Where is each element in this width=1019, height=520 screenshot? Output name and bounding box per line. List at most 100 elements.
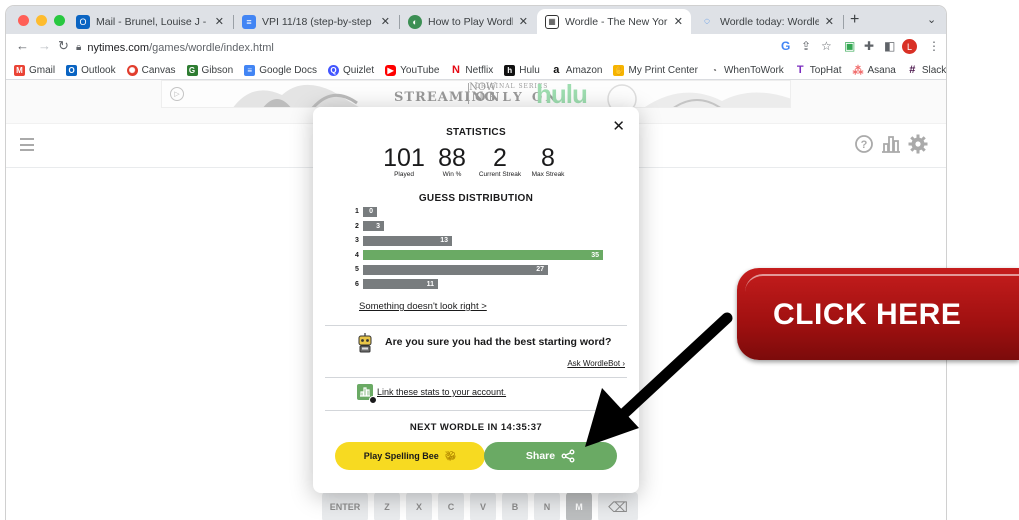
guess-number: 6	[355, 280, 359, 288]
tab-title: How to Play Wordle: A Beginne	[428, 15, 513, 28]
distribution-bar: 11	[363, 279, 438, 289]
guess-number: 5	[355, 266, 359, 273]
bookmark-google-docs[interactable]: ≡ Google Docs	[244, 64, 317, 76]
bookmark-slack[interactable]: # Slack	[906, 64, 946, 76]
youtube-icon: ▶	[385, 64, 397, 76]
bookmark-youtube[interactable]: ▶ YouTube	[385, 64, 439, 76]
wikihow-icon: ◐	[408, 14, 422, 29]
print-center-icon: ✋	[613, 64, 625, 76]
link-stats-row[interactable]: Link these stats to your account.	[357, 384, 506, 404]
extensions-puzzle-icon[interactable]: ✚	[864, 39, 874, 53]
divider	[325, 410, 627, 411]
back-icon[interactable]: ←	[16, 38, 29, 53]
wordlebot-robot-icon	[358, 333, 372, 353]
close-tab-icon[interactable]: ✕	[674, 15, 683, 28]
bookmark-canvas[interactable]: ✺ Canvas	[126, 64, 176, 76]
canvas-icon: ✺	[126, 64, 138, 76]
whentowork-icon: ◔	[708, 64, 720, 76]
ask-wordlebot-link[interactable]: Ask WordleBot ›	[567, 359, 625, 368]
distribution-row: 23	[355, 221, 625, 232]
outlook-icon: O	[66, 64, 78, 76]
google-translate-icon[interactable]: G	[781, 39, 790, 53]
bookmark-netflix[interactable]: N Netflix	[450, 64, 493, 76]
guess-distribution-title: GUESS DISTRIBUTION	[418, 193, 534, 204]
docs-icon: ≡	[244, 64, 256, 76]
bookmark-hulu[interactable]: h Hulu	[504, 64, 540, 76]
bookmarks-bar: M Gmail O Outlook ✺ Canvas G Gibson ≡ Google …	[6, 61, 946, 80]
close-tab-icon[interactable]: ✕	[381, 15, 390, 28]
distribution-bar: 3	[363, 221, 384, 231]
address-bar[interactable]: 🔒︎ nytimes.com /games/wordle/index.html	[76, 37, 846, 58]
guess-number: 1	[355, 208, 359, 215]
stat-win-percent: 88 Win %	[438, 144, 466, 178]
browser-menu-icon[interactable]: ⋮	[928, 39, 940, 53]
quizlet-icon: Q	[328, 64, 339, 76]
bookmark-amazon[interactable]: a Amazon	[550, 64, 602, 76]
divider	[325, 325, 627, 326]
docs-icon: ≡	[242, 14, 256, 29]
callout-text: CLICK HERE	[773, 298, 962, 331]
share-button[interactable]: Share	[484, 442, 617, 470]
statistics-title: STATISTICS	[446, 127, 506, 138]
tab-wordle-nyt[interactable]: ▦ Wordle - The New York Times ✕	[537, 9, 691, 34]
outlook-icon: O	[76, 14, 90, 29]
url-host: nytimes.com	[87, 41, 150, 54]
distribution-bar: 35	[363, 250, 603, 260]
bookmark-star-icon[interactable]: ☆	[821, 39, 832, 53]
stat-played: 101 Played	[383, 144, 425, 178]
guess-distribution: 1 0 2 3 3 13 4 35 5 27 6 11	[355, 206, 625, 293]
distribution-bar: 27	[363, 264, 548, 275]
bookmark-asana[interactable]: ⁂ Asana	[852, 64, 896, 77]
close-tab-icon[interactable]: ✕	[519, 15, 528, 28]
tab-outlook-mail[interactable]: O Mail - Brunel, Louise J - Outlo ✕	[68, 9, 232, 34]
tab-title: Mail - Brunel, Louise J - Outlo	[96, 15, 209, 28]
amazon-icon: a	[550, 64, 562, 76]
bookmark-whentowork[interactable]: ◔ WhenToWork	[708, 64, 784, 76]
tab-wordle-today[interactable]: ◌ Wordle today: Wordle 517 Nov ✕	[692, 9, 842, 34]
slack-icon: #	[906, 64, 918, 76]
side-panel-icon[interactable]: ◧	[884, 39, 895, 53]
next-wordle-countdown: NEXT WORDLE IN 14:35:37	[409, 422, 543, 433]
report-issue-link[interactable]: Something doesn't look right >	[359, 301, 487, 312]
bookmark-outlook[interactable]: O Outlook	[66, 64, 116, 76]
countdown-timer: 14:35:37	[500, 422, 543, 433]
distribution-row: 5 27	[355, 264, 625, 275]
reload-icon[interactable]: ↻	[58, 38, 69, 54]
tab-search-chevron-icon[interactable]: ⌄	[927, 13, 936, 26]
close-tab-icon[interactable]: ✕	[825, 15, 834, 28]
profile-avatar[interactable]: L	[902, 39, 917, 54]
tophat-icon: T	[794, 64, 806, 76]
minimize-window-button[interactable]	[36, 15, 47, 26]
maximize-window-button[interactable]	[54, 15, 65, 26]
new-tab-icon[interactable]: +	[850, 11, 859, 29]
bookmark-my-print-center[interactable]: ✋ My Print Center	[613, 64, 698, 76]
share-icon	[561, 449, 575, 463]
share-page-icon[interactable]: ⇪	[801, 39, 811, 53]
play-spelling-bee-button[interactable]: Play Spelling Bee 🐝︎	[335, 442, 485, 470]
asana-icon: ⁂	[852, 64, 864, 77]
tab-title: Wordle today: Wordle 517 Nov	[720, 15, 819, 28]
bookmark-gmail[interactable]: M Gmail	[14, 64, 55, 76]
tab-wikihow[interactable]: ◐ How to Play Wordle: A Beginne ✕	[400, 9, 536, 34]
close-window-button[interactable]	[18, 15, 29, 26]
bee-icon: 🐝︎	[444, 450, 457, 461]
extension-icon[interactable]: ▣	[844, 39, 855, 53]
statistics-modal: ✕ STATISTICS 101 Played 88 Win % 2 Curre…	[313, 107, 639, 493]
window-controls	[18, 15, 65, 26]
screenshot-frame: O Mail - Brunel, Louise J - Outlo ✕ ≡ VP…	[0, 0, 1019, 520]
tab-title: Wordle - The New York Times	[565, 15, 668, 28]
link-stats-text[interactable]: Link these stats to your account.	[377, 387, 506, 397]
distribution-bar: 13	[363, 235, 452, 246]
close-tab-icon[interactable]: ✕	[215, 15, 224, 28]
distribution-bar: 0	[363, 206, 377, 217]
stat-max-streak: 8 Max Streak	[531, 144, 565, 178]
guess-number: 2	[355, 222, 359, 230]
divider	[325, 377, 627, 378]
forward-icon[interactable]: →	[38, 38, 51, 53]
bookmark-quizlet[interactable]: Q Quizlet	[328, 64, 374, 76]
tab-google-doc[interactable]: ≡ VPI 11/18 (step-by-step guide) ✕	[234, 9, 398, 34]
bookmark-tophat[interactable]: T TopHat	[794, 64, 841, 76]
bookmark-gibson[interactable]: G Gibson	[186, 64, 233, 76]
distribution-row: 6 11	[355, 279, 625, 290]
gibson-icon: G	[186, 64, 198, 76]
